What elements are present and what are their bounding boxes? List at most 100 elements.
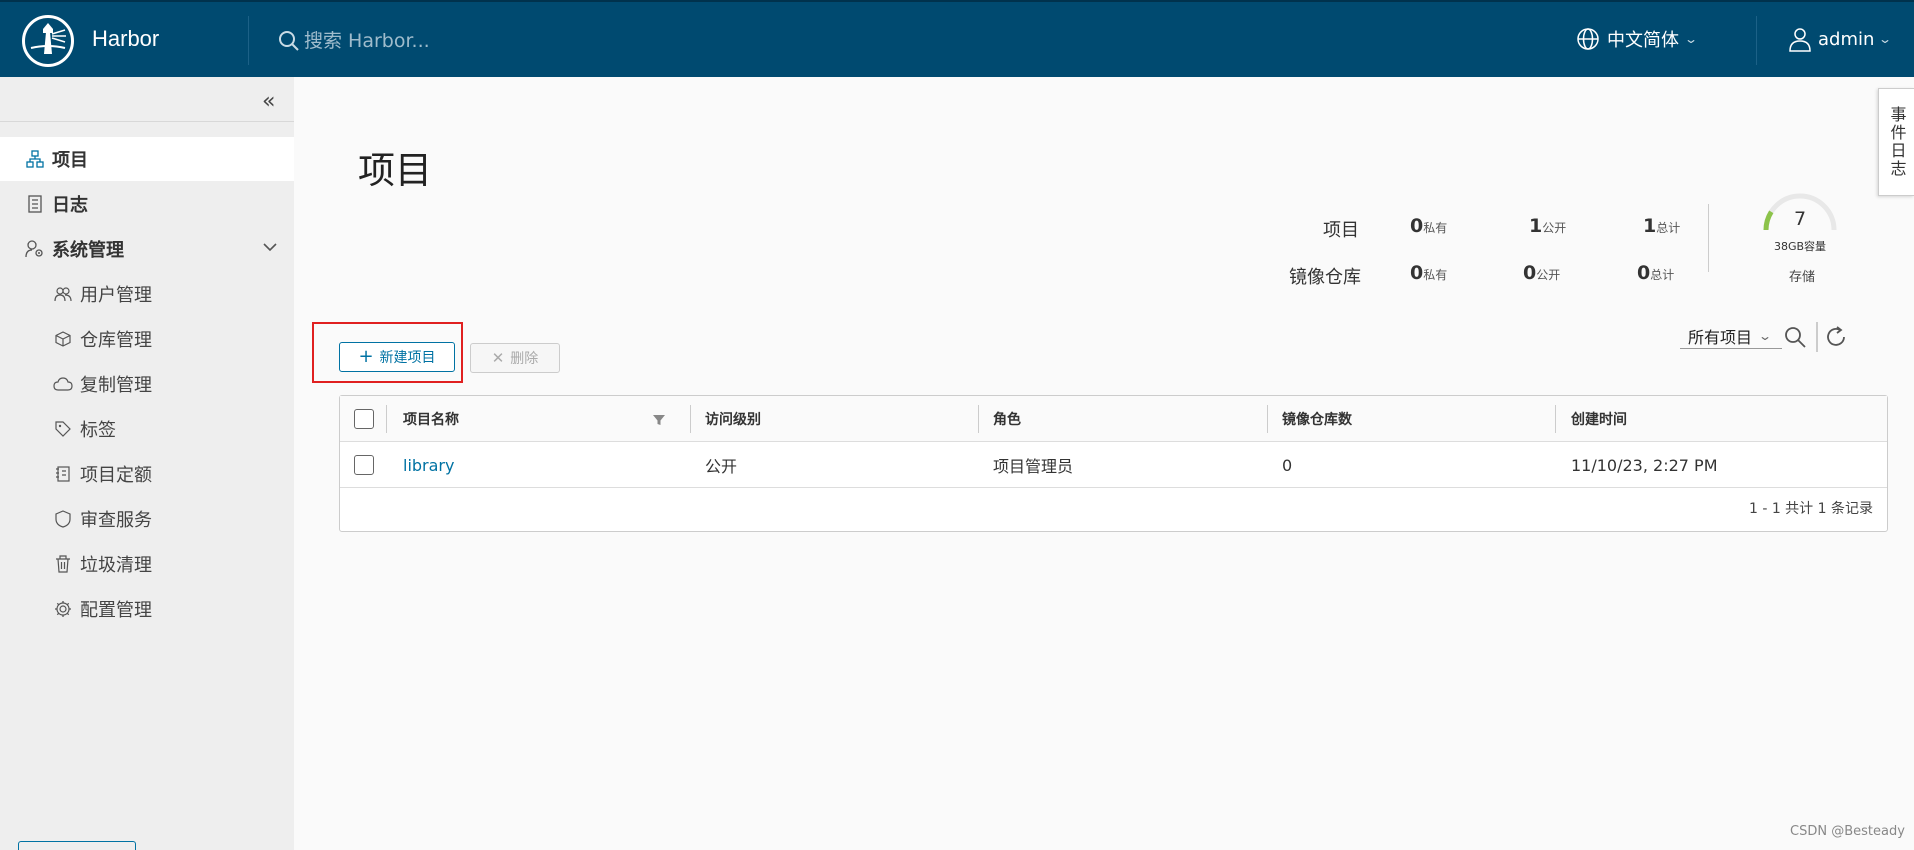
row-checkbox[interactable] (354, 455, 374, 475)
search-icon (279, 31, 299, 51)
project-filter-select[interactable]: 所有项目 ⌄ (1680, 323, 1782, 349)
event-log-label: 事件日志 (1887, 106, 1907, 178)
delete-button[interactable]: ✕ 删除 (470, 343, 560, 373)
select-all-checkbox[interactable] (354, 409, 374, 429)
sidebar-bottom-button[interactable] (18, 841, 136, 850)
global-search[interactable] (278, 26, 678, 56)
filter-value: 所有项目 (1688, 327, 1753, 347)
project-icon (24, 148, 46, 170)
repo-count: 0 (1282, 455, 1293, 475)
storage-capacity: 38GB容量 (1773, 240, 1827, 253)
top-header: Harbor 中文简体 ⌄ admin ⌄ (0, 0, 1914, 77)
sidebar-item-scanners[interactable]: 审查服务 (0, 497, 294, 541)
new-project-label: 新建项目 (379, 350, 436, 366)
stat-projects-public: 1公开 (1529, 215, 1567, 237)
stat-repos-total: 0总计 (1637, 262, 1675, 284)
stats-projects-label: 项目 (1323, 220, 1359, 241)
stat-projects-private: 0私有 (1410, 215, 1448, 237)
stats-repos-label: 镜像仓库 (1289, 267, 1361, 288)
sidebar-item-gc[interactable]: 垃圾清理 (0, 542, 294, 586)
box-icon (52, 328, 74, 350)
sidebar-item-labels[interactable]: 标签 (0, 407, 294, 451)
event-log-tab[interactable]: 事件日志 (1878, 88, 1914, 196)
sidebar-item-quotas[interactable]: 项目定额 (0, 452, 294, 496)
column-header-repo-count[interactable]: 镜像仓库数 (1282, 396, 1352, 442)
new-project-button[interactable]: + 新建项目 (339, 342, 455, 372)
sidebar-item-label: 仓库管理 (80, 330, 152, 351)
sidebar-item-users[interactable]: 用户管理 (0, 272, 294, 316)
chevron-down-icon: ⌄ (1683, 32, 1699, 46)
sidebar: « 项目 日志 系统管理 用户管理 仓库管理 复制管理 标签 项目定额 审查服务… (0, 77, 294, 850)
cloud-icon (52, 373, 74, 395)
username: admin (1818, 28, 1875, 50)
user-menu[interactable]: admin ⌄ (1788, 26, 1893, 52)
admin-icon (24, 238, 46, 260)
table-row: library 公开 项目管理员 0 11/10/23, 2:27 PM (340, 442, 1887, 488)
project-name-link[interactable]: library (403, 442, 454, 488)
sidebar-item-label: 系统管理 (52, 240, 124, 261)
users-icon (52, 283, 74, 305)
table-footer: 1 - 1 共计 1 条记录 (1748, 501, 1873, 517)
sidebar-item-label: 项目定额 (80, 465, 152, 486)
search-icon[interactable] (1783, 325, 1807, 349)
chevron-down-icon (263, 243, 277, 252)
sidebar-item-registries[interactable]: 仓库管理 (0, 317, 294, 361)
column-separator (386, 405, 387, 433)
close-icon: ✕ (491, 349, 505, 367)
sidebar-item-label: 审查服务 (80, 510, 152, 531)
chevron-down-icon: ⌄ (1758, 328, 1773, 343)
sidebar-item-label: 标签 (80, 420, 116, 441)
sidebar-item-replication[interactable]: 复制管理 (0, 362, 294, 406)
brand-name[interactable]: Harbor (92, 26, 159, 52)
storage-label: 存储 (1788, 270, 1815, 285)
page-title: 项目 (358, 149, 432, 192)
quota-icon (52, 463, 74, 485)
column-separator (1555, 405, 1556, 433)
table-header: 项目名称 访问级别 角色 镜像仓库数 创建时间 (340, 396, 1887, 442)
stat-repos-public: 0公开 (1523, 262, 1561, 284)
language-label: 中文简体 (1607, 30, 1679, 51)
sidebar-item-label: 项目 (52, 150, 88, 171)
sidebar-item-admin[interactable]: 系统管理 (0, 227, 294, 271)
collapse-sidebar-icon[interactable]: « (262, 89, 275, 114)
language-selector[interactable]: 中文简体 ⌄ (1576, 26, 1699, 52)
role: 项目管理员 (993, 457, 1074, 476)
sidebar-item-label: 用户管理 (80, 285, 152, 306)
header-divider (1756, 16, 1757, 65)
column-header-role[interactable]: 角色 (993, 396, 1021, 442)
column-separator (690, 405, 691, 433)
user-icon (1789, 28, 1811, 52)
refresh-icon[interactable] (1824, 325, 1848, 349)
stat-repos-private: 0私有 (1410, 262, 1448, 284)
filter-icon[interactable] (652, 413, 666, 427)
column-separator (978, 405, 979, 433)
stat-projects-total: 1总计 (1643, 215, 1681, 237)
sidebar-item-logs[interactable]: 日志 (0, 182, 294, 226)
shield-icon (52, 508, 74, 530)
harbor-logo-icon[interactable] (22, 15, 74, 67)
sidebar-item-label: 配置管理 (80, 600, 152, 621)
sidebar-divider (0, 121, 294, 122)
storage-value: 7 (1793, 208, 1807, 230)
header-divider (248, 16, 249, 65)
column-header-access[interactable]: 访问级别 (705, 396, 761, 442)
plus-icon: + (358, 346, 374, 367)
stats-divider (1708, 204, 1709, 272)
tag-icon (52, 418, 74, 440)
toolbar-divider (1816, 322, 1818, 352)
sidebar-item-config[interactable]: 配置管理 (0, 587, 294, 631)
column-header-name[interactable]: 项目名称 (403, 396, 459, 442)
gear-icon (52, 598, 74, 620)
search-input[interactable] (304, 30, 604, 52)
trash-icon (52, 553, 74, 575)
creation-time: 11/10/23, 2:27 PM (1571, 455, 1718, 475)
storage-gauge: 7 38GB容量 (1760, 190, 1840, 260)
column-header-created[interactable]: 创建时间 (1571, 396, 1627, 442)
globe-icon (1577, 28, 1599, 50)
sidebar-item-label: 日志 (52, 195, 88, 216)
chevron-down-icon: ⌄ (1878, 32, 1893, 46)
sidebar-item-projects[interactable]: 项目 (0, 137, 294, 181)
log-icon (24, 193, 46, 215)
watermark: CSDN @Besteady (1790, 824, 1905, 839)
sidebar-item-label: 垃圾清理 (80, 555, 152, 576)
